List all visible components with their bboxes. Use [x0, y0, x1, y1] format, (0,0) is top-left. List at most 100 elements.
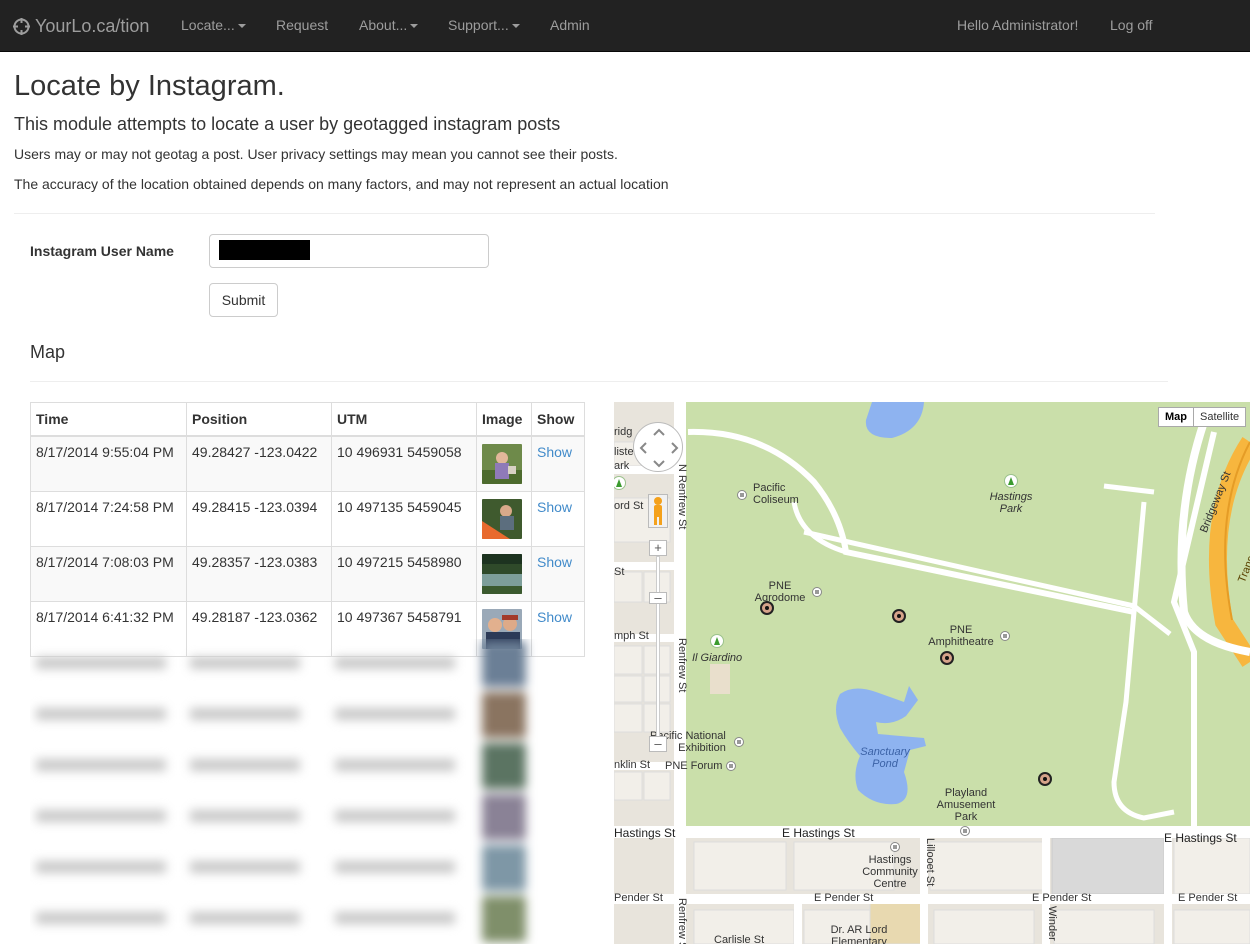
map-section-title: Map: [30, 342, 66, 362]
map-park-label: Il Giardino: [692, 652, 743, 664]
nav-about-label: About...: [359, 17, 408, 33]
caret-down-icon: [511, 24, 520, 29]
map-park-label: Hastings Park: [989, 491, 1033, 515]
zoom-in-icon[interactable]: +: [649, 540, 667, 556]
map-street-label: N Renfrew St: [676, 464, 688, 530]
street-view-pegman-icon[interactable]: [648, 494, 668, 528]
top-navbar: YourLo.ca/tion Locate... Request About..…: [0, 0, 1250, 52]
map-street-label: Lillooet St: [924, 838, 936, 887]
caret-down-icon: [410, 24, 419, 29]
map-type-satellite-button[interactable]: Satellite: [1193, 407, 1247, 427]
cell-show: Show: [531, 545, 585, 602]
location-marker[interactable]: [940, 651, 954, 665]
map-street-label: Pender St: [614, 892, 663, 904]
map-place-label: Hastings Community Centre: [862, 854, 918, 890]
poi-icon[interactable]: [812, 587, 822, 597]
show-link[interactable]: Show: [537, 609, 572, 625]
pan-arrows-icon: [639, 428, 679, 468]
show-link[interactable]: Show: [537, 444, 572, 460]
map-street-label: nklin St: [614, 759, 651, 771]
post-thumbnail[interactable]: [482, 443, 522, 484]
pegman-figure-icon: [654, 497, 662, 525]
blurred-table-rows: [30, 639, 584, 944]
column-header-show: Show: [531, 402, 585, 437]
column-header-utm: UTM: [331, 402, 477, 437]
map-place-label: PNE Forum: [665, 760, 723, 772]
username-label: Instagram User Name: [30, 243, 174, 259]
post-thumbnail[interactable]: [482, 498, 522, 539]
divider: [14, 213, 1155, 214]
map-street-label: ark: [614, 460, 630, 472]
cell-utm: 10 497135 5459045: [331, 490, 477, 547]
map-street-label: E Pender St: [814, 892, 874, 904]
column-header-image: Image: [476, 402, 532, 437]
map-street-label: Hastings St: [614, 826, 676, 840]
nav-locate-label: Locate...: [181, 17, 235, 33]
nav-support-label: Support...: [448, 17, 509, 33]
column-header-time: Time: [30, 402, 187, 437]
cell-image: [476, 545, 532, 602]
map-street-label: mph St: [614, 630, 649, 642]
google-map[interactable]: ridg liste ark ord St St mph St nklin St…: [614, 402, 1250, 944]
divider: [30, 381, 1168, 382]
posts-table: Time Position UTM Image Show 8/17/2014 9…: [30, 402, 585, 657]
logoff-link[interactable]: Log off: [1110, 17, 1153, 33]
poi-icon[interactable]: [737, 490, 747, 500]
poi-icon[interactable]: [734, 737, 744, 747]
map-street-label: E Pender St: [1178, 892, 1238, 904]
nav-support-menu[interactable]: Support...: [448, 17, 520, 33]
nav-locate-menu[interactable]: Locate...: [181, 17, 246, 33]
poi-icon[interactable]: [1000, 631, 1010, 641]
poi-icon[interactable]: [726, 761, 736, 771]
park-tree-icon[interactable]: [710, 634, 724, 648]
cell-show: Show: [531, 435, 585, 492]
map-street-label: ridg: [614, 426, 633, 438]
cell-image: [476, 435, 532, 492]
nav-request-link[interactable]: Request: [276, 17, 328, 33]
cell-time: 8/17/2014 9:55:04 PM: [30, 435, 187, 492]
accuracy-note: The accuracy of the location obtained de…: [14, 176, 669, 192]
nav-admin-link[interactable]: Admin: [550, 17, 590, 33]
cell-position: 49.28415 -123.0394: [186, 490, 332, 547]
show-link[interactable]: Show: [537, 554, 572, 570]
cell-utm: 10 496931 5459058: [331, 435, 477, 492]
map-street-label: Renfrew St: [676, 898, 688, 944]
location-marker[interactable]: [1038, 772, 1052, 786]
map-street-label: liste: [614, 446, 634, 458]
column-header-position: Position: [186, 402, 332, 437]
pan-control[interactable]: [633, 422, 683, 472]
cell-position: 49.28427 -123.0422: [186, 435, 332, 492]
park-tree-icon[interactable]: [1004, 474, 1018, 488]
zoom-slider-track[interactable]: [656, 556, 660, 746]
cell-position: 49.28357 -123.0383: [186, 545, 332, 602]
map-place-label: Pacific Coliseum: [753, 482, 799, 506]
redacted-username: [219, 240, 310, 260]
map-street-label: St: [614, 566, 625, 578]
poi-icon[interactable]: [890, 842, 900, 852]
submit-button[interactable]: Submit: [209, 283, 278, 317]
location-marker[interactable]: [760, 601, 774, 615]
map-street-label: ord St: [614, 500, 644, 512]
brand-link[interactable]: YourLo.ca/tion: [13, 15, 149, 37]
caret-down-icon: [237, 24, 246, 29]
post-thumbnail[interactable]: [482, 553, 522, 594]
user-greeting-link[interactable]: Hello Administrator!: [957, 17, 1078, 33]
zoom-slider-handle[interactable]: –: [649, 591, 667, 604]
poi-icon[interactable]: [960, 826, 970, 836]
show-link[interactable]: Show: [537, 499, 572, 515]
map-street-label: E Hastings St: [1164, 831, 1237, 845]
map-type-map-button[interactable]: Map: [1158, 407, 1194, 427]
map-place-label: PNE Amphitheatre: [928, 624, 994, 648]
map-water-label: Sanctuary Pond: [860, 746, 910, 770]
cell-time: 8/17/2014 7:24:58 PM: [30, 490, 187, 547]
privacy-note: Users may or may not geotag a post. User…: [14, 146, 618, 162]
table-row: 8/17/2014 7:08:03 PM 49.28357 -123.0383 …: [30, 545, 585, 602]
map-street-label: Winder: [1046, 906, 1058, 941]
nav-about-menu[interactable]: About...: [359, 17, 419, 33]
table-row: 8/17/2014 9:55:04 PM 49.28427 -123.0422 …: [30, 435, 585, 492]
location-marker[interactable]: [892, 609, 906, 623]
map-street-label: E Pender St: [1032, 892, 1092, 904]
table-header-row: Time Position UTM Image Show: [30, 402, 585, 437]
table-row: 8/17/2014 7:24:58 PM 49.28415 -123.0394 …: [30, 490, 585, 547]
zoom-out-icon[interactable]: –: [649, 736, 667, 752]
